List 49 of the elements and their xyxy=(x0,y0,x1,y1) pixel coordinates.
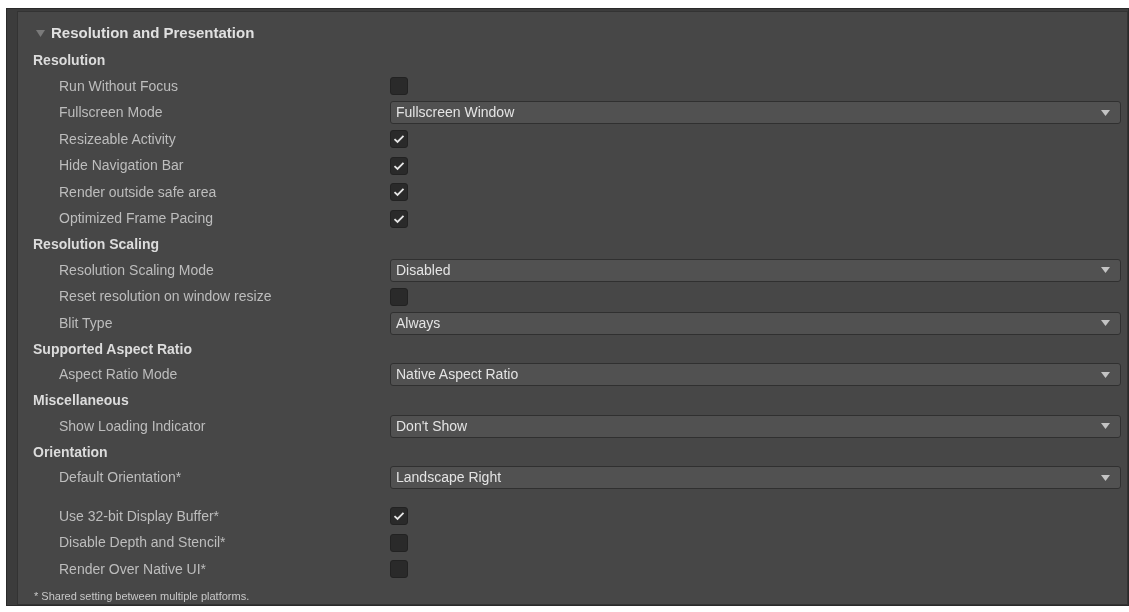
setting-label: Resolution Scaling Mode xyxy=(59,260,215,280)
setting-label: Fullscreen Mode xyxy=(59,103,164,123)
setting-label: Disable Depth and Stencil* xyxy=(59,533,227,553)
checkmark-icon xyxy=(393,187,405,198)
dropdown[interactable]: Disabled xyxy=(390,258,1121,282)
dropdown[interactable]: Native Aspect Ratio xyxy=(390,363,1121,387)
caret-icon xyxy=(1101,371,1110,378)
footnote: * Shared setting between multiple platforms. xyxy=(34,589,250,602)
setting-label: Use 32-bit Display Buffer* xyxy=(59,506,221,526)
group-title: Resolution xyxy=(33,51,106,70)
setting-label: Reset resolution on window resize xyxy=(59,287,273,307)
checkbox[interactable] xyxy=(390,507,408,526)
dropdown[interactable]: Don't Show xyxy=(390,414,1121,438)
caret-icon xyxy=(1101,109,1110,116)
checkbox[interactable] xyxy=(390,209,408,228)
setting-label: Aspect Ratio Mode xyxy=(59,365,179,385)
dropdown[interactable]: Fullscreen Window xyxy=(390,101,1121,125)
checkmark-icon xyxy=(393,511,405,522)
setting-label: Hide Navigation Bar xyxy=(59,156,185,176)
setting-label: Default Orientation* xyxy=(59,468,183,488)
setting-label: Optimized Frame Pacing xyxy=(59,209,215,229)
caret-icon xyxy=(1101,423,1110,430)
checkbox[interactable] xyxy=(390,77,408,96)
checkmark-icon xyxy=(393,213,405,224)
caret-icon xyxy=(1101,267,1110,274)
group-title: Resolution Scaling xyxy=(33,235,159,254)
group-title: Orientation xyxy=(33,442,108,462)
setting-label: Run Without Focus xyxy=(59,76,180,96)
checkbox[interactable] xyxy=(390,533,408,552)
checkbox[interactable] xyxy=(390,130,408,149)
checkmark-icon xyxy=(393,160,405,171)
setting-label: Show Loading Indicator xyxy=(59,416,207,436)
section-header[interactable]: Resolution and Presentation xyxy=(18,22,1127,44)
caret-icon xyxy=(1101,320,1110,327)
setting-label: Render outside safe area xyxy=(59,182,218,202)
setting-label: Blit Type xyxy=(59,313,114,333)
checkbox[interactable] xyxy=(390,560,408,579)
dropdown[interactable]: Always xyxy=(390,311,1121,335)
dropdown[interactable]: Landscape Right xyxy=(390,466,1121,490)
checkmark-icon xyxy=(393,134,405,145)
checkbox[interactable] xyxy=(390,183,408,202)
checkbox[interactable] xyxy=(390,156,408,175)
group-title: Miscellaneous xyxy=(33,391,129,410)
caret-icon xyxy=(1101,474,1110,481)
checkbox[interactable] xyxy=(390,287,408,306)
group-title: Supported Aspect Ratio xyxy=(33,339,192,359)
section-title: Resolution and Presentation xyxy=(51,22,255,43)
setting-label: Render Over Native UI* xyxy=(59,559,208,579)
setting-label: Resizeable Activity xyxy=(59,129,177,149)
